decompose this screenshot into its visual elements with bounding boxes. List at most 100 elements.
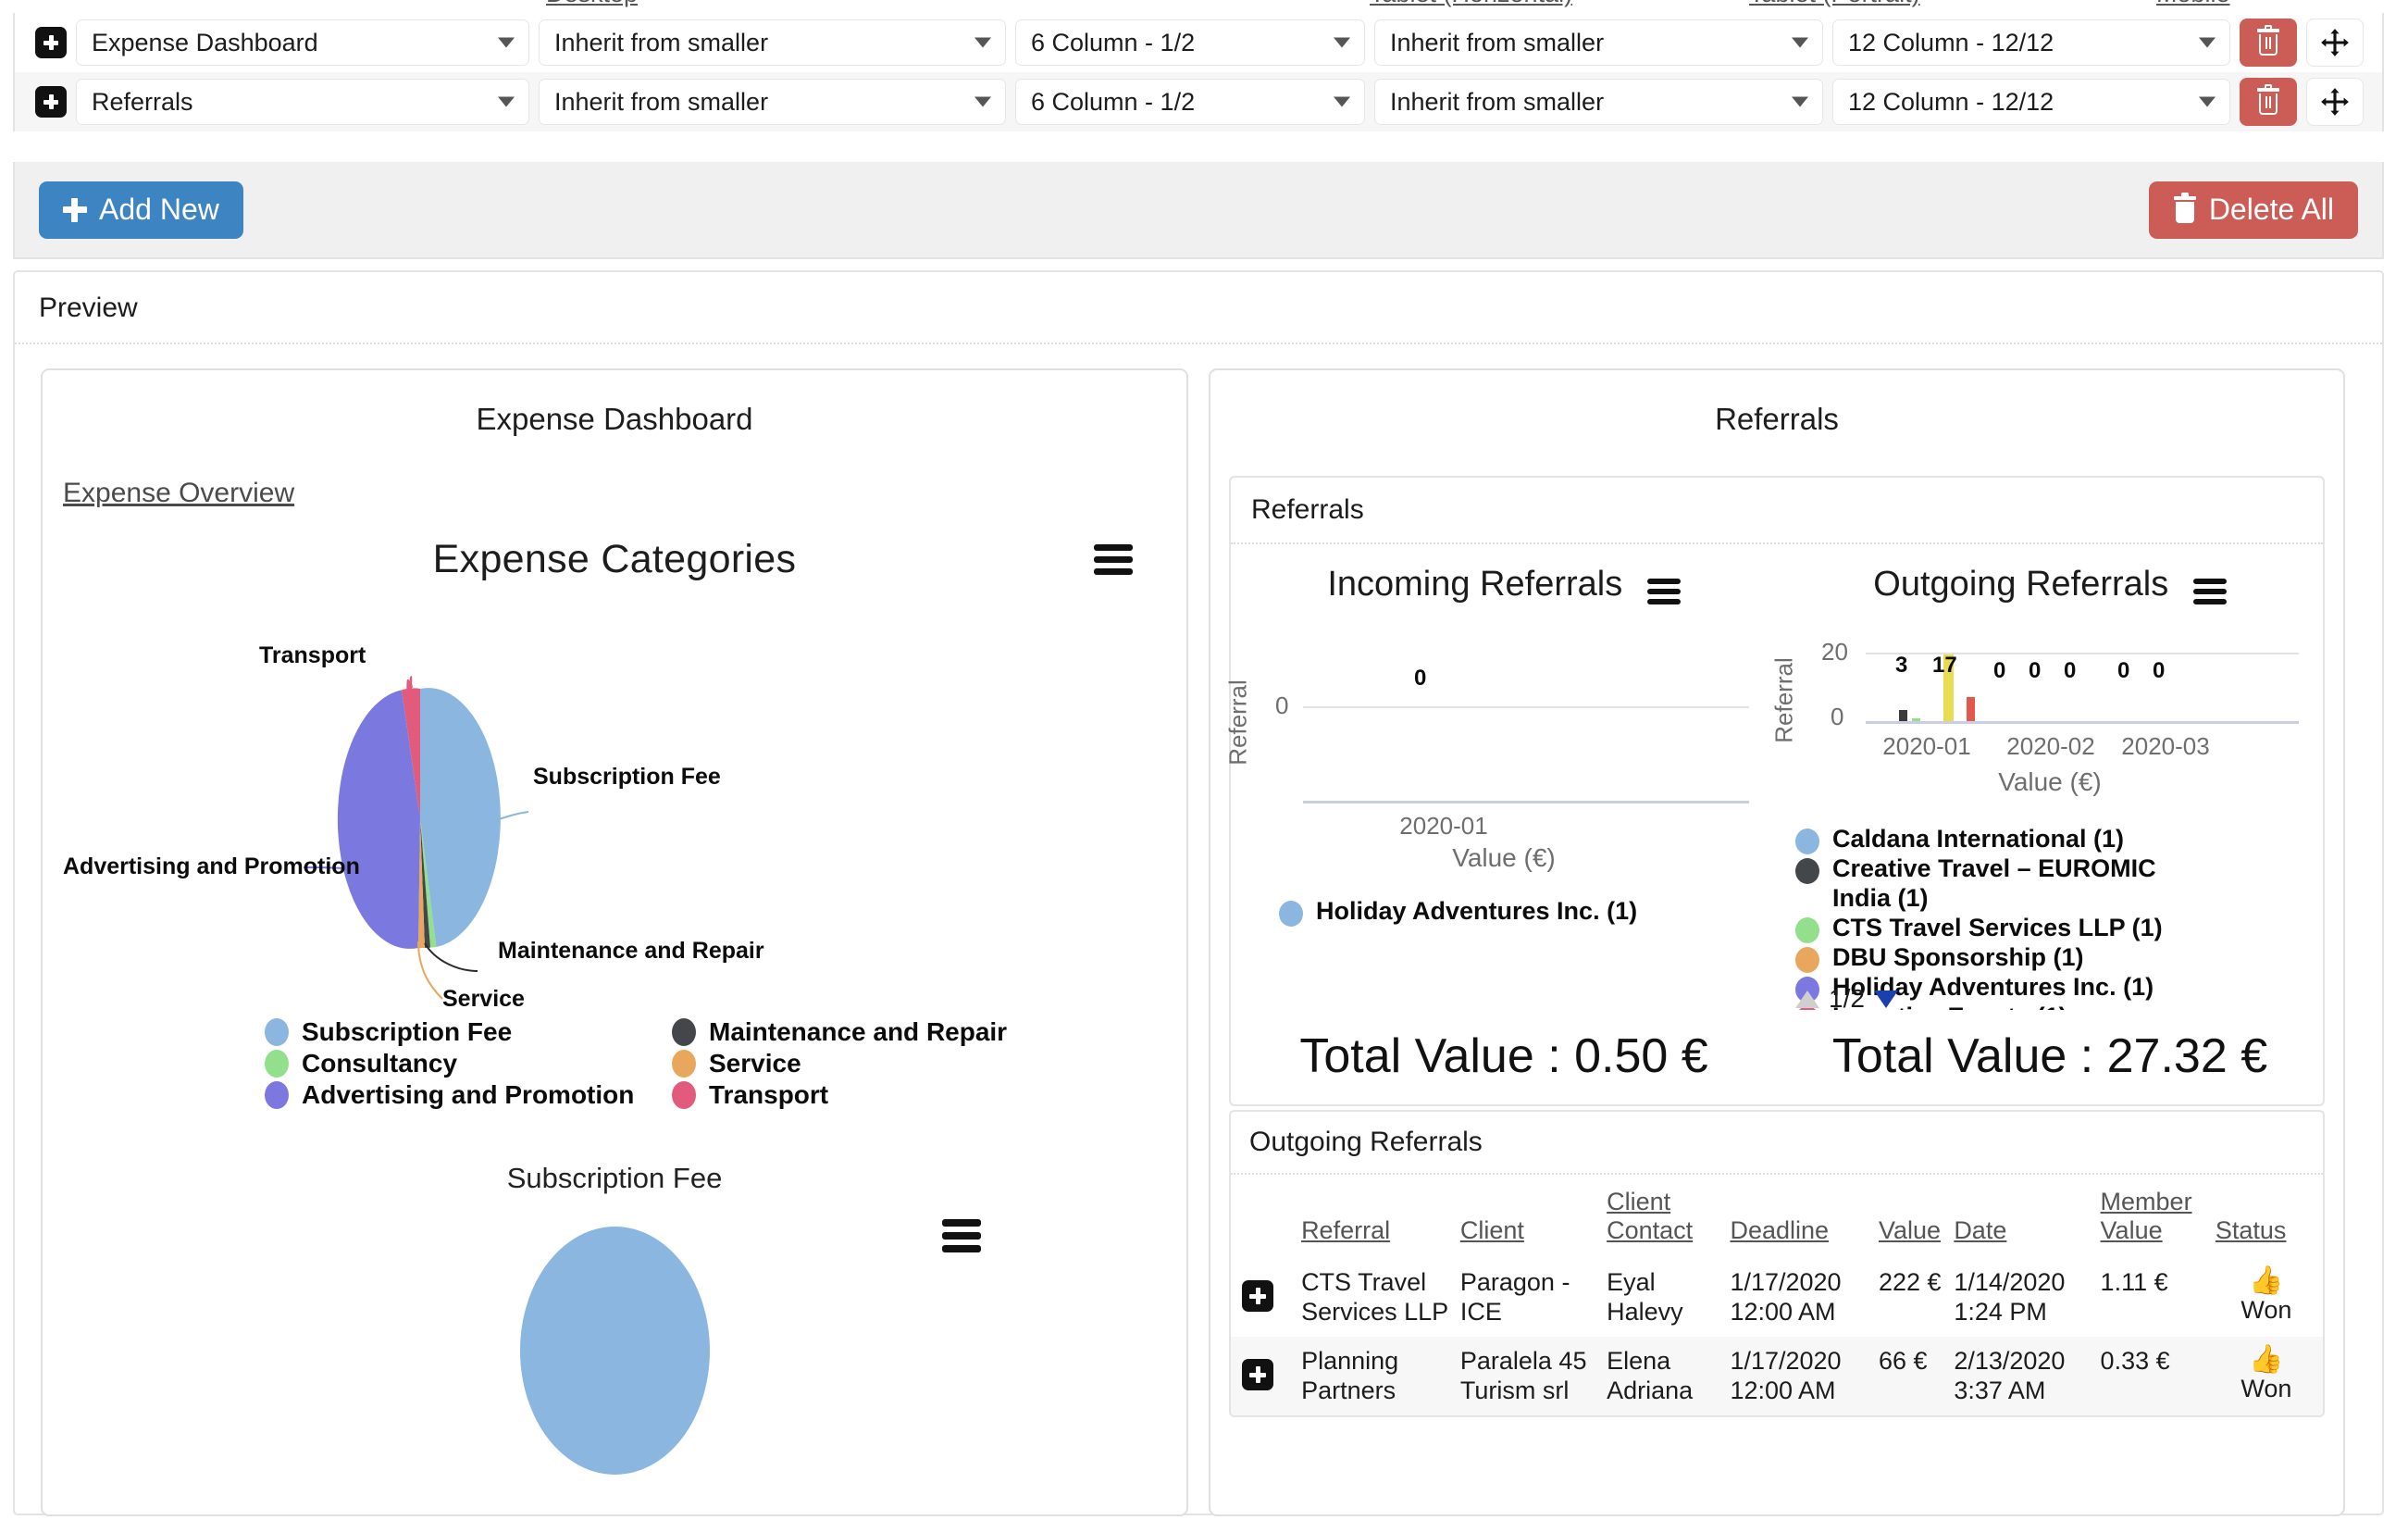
- config-row: Expense Dashboard Inherit from smaller 6…: [15, 13, 2382, 72]
- hamburger-menu-icon[interactable]: [2192, 578, 2227, 604]
- legend-item[interactable]: Advertising and Promotion: [265, 1080, 672, 1110]
- expense-categories-chart-header: Expense Categories: [43, 537, 1186, 582]
- bar: [1967, 697, 1975, 721]
- desktop-width-select[interactable]: Inherit from smaller: [539, 79, 1006, 125]
- status-badge: Won: [2240, 1374, 2292, 1402]
- referrals-inner-card: Referrals Incoming Referrals Referral 0: [1224, 476, 2325, 1106]
- legend-item[interactable]: Creative Travel – EUROMIC India (1): [1795, 854, 2323, 914]
- component-select-referrals[interactable]: Referrals: [76, 79, 529, 125]
- chevron-down-icon: [1334, 37, 1350, 48]
- legend-swatch-icon: [1795, 829, 1819, 854]
- config-row: Referrals Inherit from smaller 6 Column …: [15, 72, 2382, 131]
- pie-legend: Subscription Fee Maintenance and Repair …: [265, 1017, 1186, 1110]
- x-tick: 2020-02: [2006, 732, 2095, 760]
- data-label: 0: [1993, 658, 2006, 683]
- add-new-label: Add New: [99, 193, 219, 226]
- table-header-client-contact[interactable]: Client Contact: [1601, 1175, 1724, 1258]
- desktop-width-select[interactable]: Inherit from smaller: [539, 19, 1006, 66]
- table-header-expand: [1231, 1175, 1296, 1258]
- hamburger-menu-icon[interactable]: [942, 1219, 981, 1252]
- legend-label: Incentive Events (1): [1832, 1003, 2067, 1010]
- tablet-portrait-width-select[interactable]: Inherit from smaller: [1374, 19, 1823, 66]
- table-cell-member-value: 0.33 €: [2100, 1346, 2170, 1375]
- column-header-strip: Desktop Tablet (Horizontal) Tablet (Port…: [0, 0, 2408, 13]
- table-cell-deadline: 1/17/2020 12:00 AM: [1730, 1268, 1842, 1327]
- expand-row-icon[interactable]: [35, 27, 67, 58]
- triangle-up-icon[interactable]: [1795, 990, 1819, 1008]
- tablet-horizontal-width-select[interactable]: 6 Column - 1/2: [1015, 19, 1365, 66]
- mobile-width-select[interactable]: 12 Column - 12/12: [1832, 79, 2230, 125]
- delete-all-button[interactable]: Delete All: [2148, 181, 2358, 239]
- x-tick: 2020-03: [2121, 732, 2210, 760]
- data-label: 0: [2153, 658, 2166, 683]
- chart-title: Expense Categories: [432, 537, 797, 581]
- expand-row-icon[interactable]: [35, 86, 67, 118]
- table-header-deadline[interactable]: Deadline: [1724, 1175, 1872, 1258]
- legend-item[interactable]: Caldana International (1): [1795, 825, 2323, 854]
- table-cell-client: Paragon - ICE: [1459, 1268, 1570, 1327]
- bar: [1912, 718, 1920, 721]
- referrals-inner-label: Referrals: [1231, 478, 2323, 544]
- panel-expense-dashboard: Expense Dashboard Expense Overview Expen…: [41, 368, 1188, 1516]
- table-header-referral[interactable]: Referral: [1296, 1175, 1455, 1258]
- outgoing-chart-header: Outgoing Referrals: [1777, 565, 2323, 604]
- legend-item[interactable]: CTS Travel Services LLP (1): [1795, 914, 2323, 943]
- table-header-date[interactable]: Date: [1948, 1175, 2094, 1258]
- chart-title: Incoming Referrals: [1327, 565, 1623, 604]
- legend-item[interactable]: Maintenance and Repair: [672, 1017, 1061, 1047]
- legend-item[interactable]: Holiday Adventures Inc. (1): [1279, 897, 1777, 927]
- desktop-width-value: Inherit from smaller: [554, 28, 769, 56]
- table-row: CTS Travel Services LLP Paragon - ICE Ey…: [1231, 1258, 2323, 1337]
- add-new-button[interactable]: Add New: [39, 181, 243, 239]
- pie-callout-maintenance: Maintenance and Repair: [498, 938, 764, 964]
- move-row-handle[interactable]: [2306, 78, 2364, 126]
- y-tick-0: 0: [1831, 703, 1844, 730]
- table-toolbar: Add New Delete All: [13, 162, 2384, 259]
- data-label: 3: [1895, 653, 1908, 678]
- mobile-width-select[interactable]: 12 Column - 12/12: [1832, 19, 2230, 66]
- legend-swatch-icon: [1795, 858, 1819, 884]
- legend-item[interactable]: Transport: [672, 1080, 1061, 1110]
- table-header-status[interactable]: Status: [2210, 1175, 2323, 1258]
- tablet-horizontal-width-select[interactable]: 6 Column - 1/2: [1015, 79, 1365, 125]
- column-header-tablet-portrait: Tablet (Portrait): [1749, 0, 1920, 8]
- hamburger-menu-icon[interactable]: [1646, 578, 1681, 604]
- mobile-width-value: 12 Column - 12/12: [1848, 87, 2054, 116]
- delete-row-button[interactable]: [2240, 19, 2297, 67]
- expand-row-icon[interactable]: [1242, 1358, 1273, 1390]
- legend-label: Caldana International (1): [1832, 825, 2125, 853]
- legend-item[interactable]: Service: [672, 1049, 1061, 1078]
- pie-callout-subscription-fee: Subscription Fee: [533, 764, 721, 790]
- hamburger-menu-icon[interactable]: [1094, 544, 1133, 575]
- outgoing-referrals-chart: Outgoing Referrals Referral 20 0 3 17 0 …: [1770, 544, 2323, 1014]
- thumbs-up-icon: 👍: [2249, 1265, 2284, 1297]
- move-row-handle[interactable]: [2306, 19, 2364, 67]
- table-cell-value: 66 €: [1878, 1346, 1928, 1375]
- expand-row-icon[interactable]: [1242, 1280, 1273, 1313]
- expense-overview-link-wrap: Expense Overview: [43, 455, 1186, 509]
- mobile-width-value: 12 Column - 12/12: [1848, 28, 2054, 56]
- delete-row-button[interactable]: [2240, 78, 2297, 126]
- triangle-down-icon[interactable]: [1873, 990, 1898, 1008]
- legend-swatch-icon: [265, 1081, 289, 1109]
- expense-overview-link[interactable]: Expense Overview: [63, 478, 294, 509]
- legend-swatch-icon: [265, 1018, 289, 1046]
- outgoing-legend: Caldana International (1) Creative Trave…: [1795, 825, 2323, 1010]
- pie-callout-transport: Transport: [259, 642, 366, 668]
- legend-label: Holiday Adventures Inc. (1): [1316, 897, 1638, 925]
- chevron-down-icon: [2199, 96, 2216, 107]
- tablet-portrait-width-select[interactable]: Inherit from smaller: [1374, 79, 1823, 125]
- table-header-client[interactable]: Client: [1455, 1175, 1601, 1258]
- table-header-member-value[interactable]: Member Value: [2095, 1175, 2210, 1258]
- legend-item[interactable]: Consultancy: [265, 1049, 672, 1078]
- y-tick-20: 20: [1821, 638, 1848, 666]
- legend-label: CTS Travel Services LLP (1): [1832, 913, 2163, 941]
- component-select-expense-dashboard[interactable]: Expense Dashboard: [76, 19, 529, 66]
- desktop-width-value: Inherit from smaller: [554, 87, 769, 116]
- legend-item[interactable]: Subscription Fee: [265, 1017, 672, 1047]
- legend-item[interactable]: DBU Sponsorship (1): [1795, 943, 2323, 973]
- thumbs-up-icon: 👍: [2249, 1343, 2284, 1375]
- table-card-label: Outgoing Referrals: [1231, 1112, 2323, 1175]
- panel-title: Expense Dashboard: [476, 402, 753, 436]
- table-header-value[interactable]: Value: [1873, 1175, 1948, 1258]
